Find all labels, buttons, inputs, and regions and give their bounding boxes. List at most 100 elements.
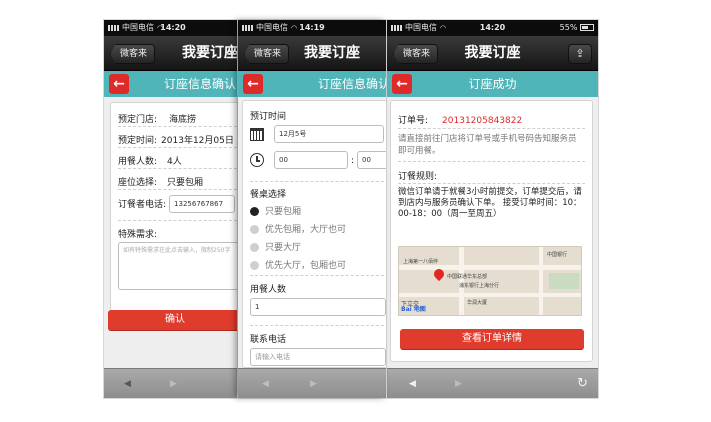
divider [118, 168, 242, 169]
date-input[interactable]: 12月5号 [274, 125, 384, 143]
divider [118, 189, 242, 190]
red-back-button[interactable]: ← [109, 74, 129, 94]
option-only-private[interactable]: 只要包厢 [250, 204, 386, 217]
table-title: 餐桌选择 [250, 190, 287, 200]
page-title: 订座信息确认 [318, 77, 386, 91]
radio-icon [250, 225, 259, 234]
map-road [399, 293, 581, 297]
rules-text: 微信订单请于就餐3小时前提交，订单提交后，请到店内与服务员确认下单。 接受订单时… [398, 187, 582, 219]
nav-title: 我要订座 [304, 45, 360, 61]
option-hall-first[interactable]: 优先大厅，包厢也可 [250, 258, 386, 271]
booking-form-card: 预订时间 12月5号 00:00 餐桌选择 只要包厢 优先包厢，大厅也可 只要大… [242, 100, 386, 368]
order-label: 订单号: [398, 116, 429, 126]
phone-input[interactable]: 请输入电话 [250, 348, 386, 366]
status-time: 14:19 [299, 23, 325, 32]
people-value: 4人 [167, 157, 182, 167]
view-order-button[interactable]: 查看订单详情 [400, 329, 584, 349]
date-row: 12月5号 [250, 125, 386, 143]
back-button[interactable]: 微客来 [244, 44, 290, 64]
store-row: 预定门店: 海底捞 [118, 112, 242, 125]
hour-row: 00:00 [250, 151, 386, 169]
divider [250, 181, 384, 182]
red-back-button[interactable]: ← [243, 74, 263, 94]
radio-icon [250, 243, 259, 252]
hour-input[interactable]: 00 [274, 151, 348, 169]
back-arrow-icon[interactable]: ◀ [409, 369, 416, 398]
share-icon[interactable]: ⇪ [568, 44, 592, 64]
phone-title: 联系电话 [250, 335, 287, 345]
time-colon: : [351, 155, 355, 166]
success-card: 订单号: 20131205843822 请直接前往门店将订单号或手机号码告知服务员… [390, 100, 593, 362]
seat-row: 座位选择: 只要包厢 [118, 175, 242, 188]
option-label: 优先包厢，大厅也可 [265, 225, 347, 235]
note-textarea[interactable]: 如有特殊需求在此点击输入，限制250字 [118, 242, 242, 290]
divider [118, 147, 242, 148]
back-button[interactable]: 微客来 [110, 44, 156, 64]
minute-input[interactable]: 00 [357, 151, 386, 169]
note-label: 特殊需求: [118, 230, 158, 240]
map-label: 中国联通华东总部 [447, 274, 488, 280]
store-label: 预定门店: [118, 115, 158, 125]
navbar: 微客来 我要订座 ⇪ [387, 36, 598, 71]
calendar-icon [250, 127, 264, 141]
option-label: 只要包厢 [265, 207, 302, 217]
rules-title: 订餐规则: [398, 172, 438, 182]
page-header: ← 订座信息确认 [104, 71, 242, 97]
status-bar: 中国电信 ◠ 14:20 55% [387, 20, 598, 36]
stage: 中国电信 ◠ 14:20 微客来 我要订座 ← 订座信息确认 预定门店: 海底捞 预… [0, 0, 711, 422]
battery: 55% [560, 20, 594, 36]
back-arrow-icon[interactable]: ◀ [262, 369, 269, 398]
time-row: 预定时间: 2013年12月05日 [118, 133, 242, 146]
option-private-first[interactable]: 优先包厢，大厅也可 [250, 222, 386, 235]
battery-percent: 55% [559, 23, 578, 32]
people-row: 1 [250, 298, 386, 316]
nav-title: 我要订座 [464, 45, 521, 61]
nav-title: 我要订座 [182, 45, 238, 61]
divider [398, 183, 585, 184]
people-row: 用餐人数: 4人 [118, 154, 242, 167]
time-label: 预定时间: [118, 136, 158, 146]
battery-icon [580, 24, 594, 31]
status-bar: 中国电信 ◠ 14:20 [104, 20, 242, 36]
seat-value: 只要包厢 [167, 178, 204, 188]
back-arrow-icon[interactable]: ◀ [124, 369, 131, 398]
forward-arrow-icon[interactable]: ▶ [310, 369, 317, 398]
map-label: 上海第一八佰伴 [403, 259, 439, 265]
browser-toolbar: ◀ ▶ ↻ [387, 368, 598, 398]
divider [398, 161, 585, 162]
page-title: 订座信息确认 [164, 77, 237, 91]
clock-icon [250, 153, 264, 167]
option-only-hall[interactable]: 只要大厅 [250, 240, 386, 253]
radio-selected-icon [250, 207, 259, 216]
navbar: 微客来 我要订座 [104, 36, 242, 71]
refresh-icon[interactable]: ↻ [577, 369, 588, 398]
divider [118, 220, 242, 221]
location-map[interactable]: 上海第一八佰伴 中国联通华东总部 浦东银行上海分行 下立交 中国银行 华润大厦 … [398, 246, 582, 316]
phone-row: 请输入电话 [250, 348, 386, 366]
order-number: 20131205843822 [442, 116, 523, 126]
phone-input[interactable]: 13256767867 [169, 195, 236, 213]
phone-label: 订餐者电话: [118, 199, 167, 210]
phone-row: 订餐者电话: 13256767867 [118, 195, 242, 213]
phone-screen-success: 中国电信 ◠ 14:20 55% 微客来 我要订座 ⇪ ← 订座成功 订单号: 20… [387, 20, 598, 398]
browser-toolbar: ◀ ▶ [238, 368, 386, 398]
seat-label: 座位选择: [118, 178, 158, 188]
store-value: 海底捞 [169, 115, 197, 125]
phone-screen-confirm: 中国电信 ◠ 14:20 微客来 我要订座 ← 订座信息确认 预定门店: 海底捞 预… [104, 20, 242, 398]
page-header: ← 订座成功 [387, 71, 598, 97]
map-brand: Bai 地图 [401, 306, 426, 313]
page-header: ← 订座信息确认 [238, 71, 386, 97]
forward-arrow-icon[interactable]: ▶ [455, 369, 462, 398]
time-value: 2013年12月05日 [161, 136, 234, 146]
divider [118, 126, 242, 127]
option-label: 优先大厅，包厢也可 [265, 261, 347, 271]
browser-toolbar: ◀ ▶ [104, 368, 242, 398]
order-row: 订单号: 20131205843822 [398, 113, 592, 126]
people-input[interactable]: 1 [250, 298, 386, 316]
divider [398, 128, 585, 129]
option-label: 只要大厅 [265, 243, 302, 253]
forward-arrow-icon[interactable]: ▶ [170, 369, 177, 398]
status-bar: 中国电信 ◠ 14:19 [238, 20, 386, 36]
time-title: 预订时间 [250, 112, 287, 122]
confirm-button[interactable]: 确认 [108, 310, 242, 330]
